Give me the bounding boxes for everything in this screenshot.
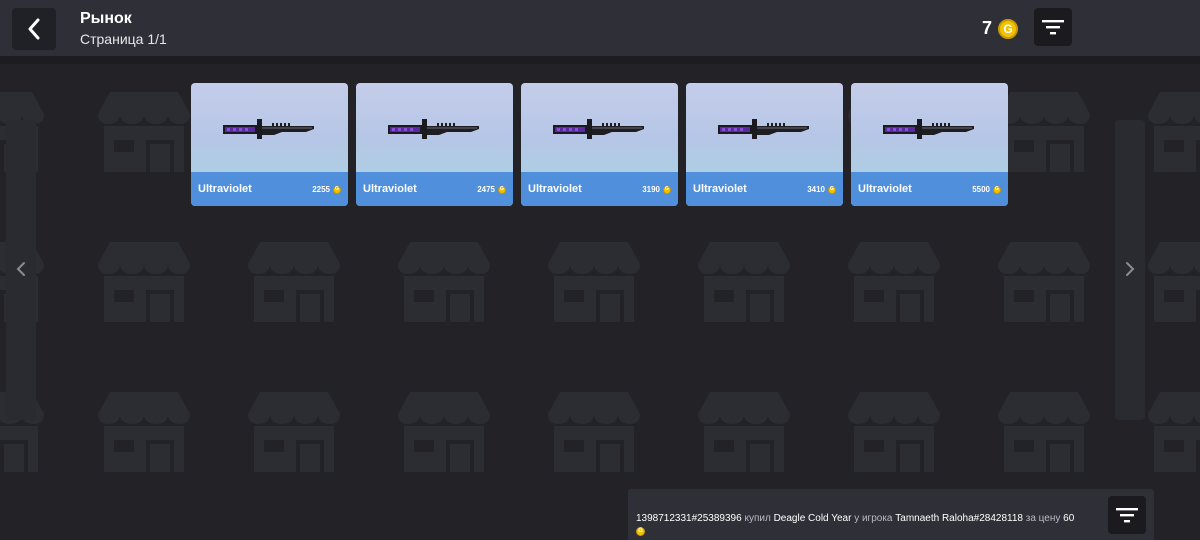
shop-pattern-icon bbox=[246, 240, 342, 324]
shop-pattern-icon bbox=[846, 240, 942, 324]
back-button[interactable] bbox=[12, 8, 56, 50]
shop-pattern-icon bbox=[696, 390, 792, 474]
market-item-card[interactable]: Ultraviolet 5500 G bbox=[851, 83, 1008, 206]
gold-coin-icon: G bbox=[663, 185, 671, 194]
shop-pattern-icon bbox=[396, 240, 492, 324]
market-item-card[interactable]: Ultraviolet 2475 G bbox=[356, 83, 513, 206]
chevron-left-icon bbox=[16, 262, 25, 276]
market-item-card[interactable]: Ultraviolet 3410 G bbox=[686, 83, 843, 206]
chevron-left-icon bbox=[28, 18, 40, 40]
transaction-log-panel: 1398712331#25389396 купил Deagle Cold Ye… bbox=[628, 489, 1154, 540]
shop-pattern-icon bbox=[546, 240, 642, 324]
shop-pattern-icon bbox=[996, 390, 1092, 474]
shop-pattern-icon bbox=[546, 390, 642, 474]
page-indicator: Страница 1/1 bbox=[80, 31, 167, 47]
log-from: у игрока bbox=[854, 513, 893, 524]
shop-pattern-icon bbox=[96, 90, 192, 174]
log-buyer: 1398712331#25389396 bbox=[636, 513, 742, 524]
market-item-card[interactable]: Ultraviolet 2255 G bbox=[191, 83, 348, 206]
item-price: 3190 G bbox=[642, 185, 671, 194]
knife-icon bbox=[552, 116, 646, 140]
item-name: Ultraviolet bbox=[528, 183, 582, 195]
item-name: Ultraviolet bbox=[198, 183, 252, 195]
item-name: Ultraviolet bbox=[693, 183, 747, 195]
filter-icon bbox=[1116, 508, 1138, 523]
knife-icon bbox=[882, 116, 976, 140]
shop-pattern-icon bbox=[1146, 390, 1200, 474]
item-price: 5500 G bbox=[972, 185, 1001, 194]
shop-pattern-icon bbox=[846, 390, 942, 474]
shop-pattern-icon bbox=[1146, 240, 1200, 324]
log-action: купил bbox=[744, 513, 771, 524]
item-name: Ultraviolet bbox=[858, 183, 912, 195]
filter-button[interactable] bbox=[1034, 8, 1072, 46]
log-price: 60 bbox=[1063, 513, 1075, 524]
shop-pattern-icon bbox=[396, 390, 492, 474]
gold-coin-icon: G bbox=[636, 526, 645, 536]
shop-pattern-icon bbox=[246, 390, 342, 474]
log-seller: Tamnaeth Raloha#28428118 bbox=[895, 513, 1023, 524]
log-price-text: за цену bbox=[1025, 513, 1061, 524]
shop-pattern-icon bbox=[996, 90, 1092, 174]
gold-coin-icon: G bbox=[993, 185, 1001, 194]
currency-amount: 7 bbox=[982, 18, 993, 38]
chevron-right-icon bbox=[1126, 262, 1135, 276]
currency-display: 7 G bbox=[982, 18, 1019, 39]
page-title: Рынок bbox=[80, 10, 132, 27]
filter-icon bbox=[1042, 20, 1064, 35]
knife-icon bbox=[717, 116, 811, 140]
item-price: 2475 G bbox=[477, 185, 506, 194]
item-price: 3410 G bbox=[807, 185, 836, 194]
gold-coin-icon: G bbox=[498, 185, 506, 194]
shop-pattern-icon bbox=[1146, 90, 1200, 174]
log-item: Deagle Cold Year bbox=[773, 513, 852, 524]
header-divider bbox=[0, 56, 1200, 64]
next-page-button[interactable] bbox=[1115, 120, 1145, 420]
knife-icon bbox=[387, 116, 481, 140]
previous-page-button[interactable] bbox=[6, 120, 36, 420]
log-filter-button[interactable] bbox=[1108, 496, 1146, 534]
gold-coin-icon: G bbox=[998, 18, 1019, 39]
shop-pattern-icon bbox=[696, 240, 792, 324]
header-bar: Рынок Страница 1/1 7 G bbox=[0, 0, 1200, 56]
gold-coin-icon: G bbox=[333, 185, 341, 194]
transaction-log-entry: 1398712331#25389396 купил Deagle Cold Ye… bbox=[636, 512, 1076, 538]
shop-pattern-icon bbox=[996, 240, 1092, 324]
item-price: 2255 G bbox=[312, 185, 341, 194]
gold-coin-icon: G bbox=[828, 185, 836, 194]
shop-pattern-icon bbox=[96, 390, 192, 474]
shop-pattern-icon bbox=[96, 240, 192, 324]
item-name: Ultraviolet bbox=[363, 183, 417, 195]
knife-icon bbox=[222, 116, 316, 140]
market-item-card[interactable]: Ultraviolet 3190 G bbox=[521, 83, 678, 206]
